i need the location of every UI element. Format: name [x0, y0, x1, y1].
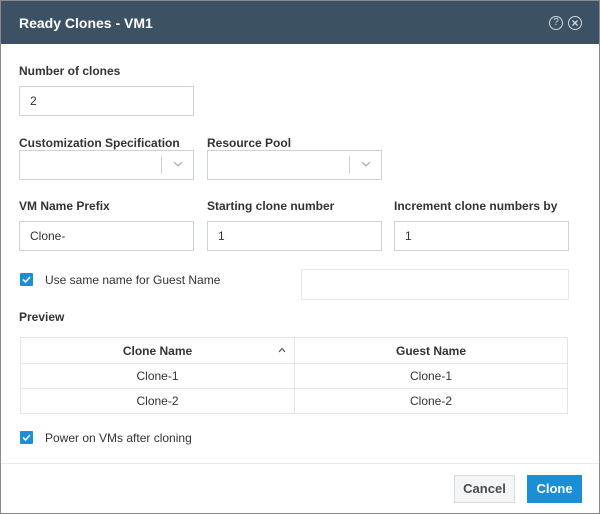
select-separator: [349, 156, 350, 174]
preview-table: Clone Name Guest Name Clone-1 Clone-1 Cl…: [20, 337, 568, 414]
increment-by-input[interactable]: 1: [394, 221, 569, 251]
resource-pool-select[interactable]: [207, 150, 382, 180]
table-cell: Clone-1: [20, 363, 295, 389]
help-icon[interactable]: ?: [549, 16, 563, 30]
starting-clone-number-label: Starting clone number: [207, 199, 335, 213]
column-header-clone-name[interactable]: Clone Name: [20, 337, 295, 364]
customization-spec-select[interactable]: [19, 150, 194, 180]
dialog-header: Ready Clones - VM1 ?: [1, 1, 599, 44]
table-row[interactable]: Clone-1 Clone-1: [20, 363, 568, 389]
power-on-checkbox[interactable]: [20, 431, 33, 444]
cancel-button[interactable]: Cancel: [454, 475, 515, 503]
resource-pool-label: Resource Pool: [207, 136, 292, 150]
increment-by-label: Increment clone numbers by: [394, 199, 558, 213]
close-icon[interactable]: [568, 16, 582, 30]
dialog-title: Ready Clones - VM1: [19, 15, 153, 31]
same-name-checkbox[interactable]: [20, 273, 33, 286]
column-header-guest-name[interactable]: Guest Name: [294, 337, 568, 364]
table-cell: Clone-2: [20, 388, 295, 414]
starting-clone-number-input[interactable]: 1: [207, 221, 382, 251]
same-name-label: Use same name for Guest Name: [45, 273, 221, 287]
chevron-down-icon: [173, 161, 183, 167]
footer-divider: [1, 463, 599, 464]
number-of-clones-input[interactable]: 2: [19, 86, 194, 116]
clone-button[interactable]: Clone: [527, 475, 582, 503]
checkmark-icon: [22, 434, 31, 442]
select-separator: [161, 156, 162, 174]
vm-name-prefix-input[interactable]: Clone-: [19, 221, 194, 251]
number-of-clones-label: Number of clones: [19, 64, 121, 78]
column-header-label: Clone Name: [122, 343, 193, 358]
ready-clones-dialog: Ready Clones - VM1 ? Number of clones 2 …: [0, 0, 600, 514]
sort-ascending-icon: [278, 347, 286, 353]
column-header-label: Guest Name: [395, 343, 467, 358]
table-row[interactable]: Clone-2 Clone-2: [20, 388, 568, 414]
preview-label: Preview: [19, 310, 65, 324]
table-cell: Clone-2: [294, 388, 568, 414]
power-on-label: Power on VMs after cloning: [45, 431, 192, 445]
customization-spec-label: Customization Specification: [19, 136, 180, 150]
table-cell: Clone-1: [294, 363, 568, 389]
chevron-down-icon: [361, 161, 371, 167]
guest-name-input[interactable]: [301, 269, 569, 300]
vm-name-prefix-label: VM Name Prefix: [19, 199, 110, 213]
checkmark-icon: [22, 276, 31, 284]
